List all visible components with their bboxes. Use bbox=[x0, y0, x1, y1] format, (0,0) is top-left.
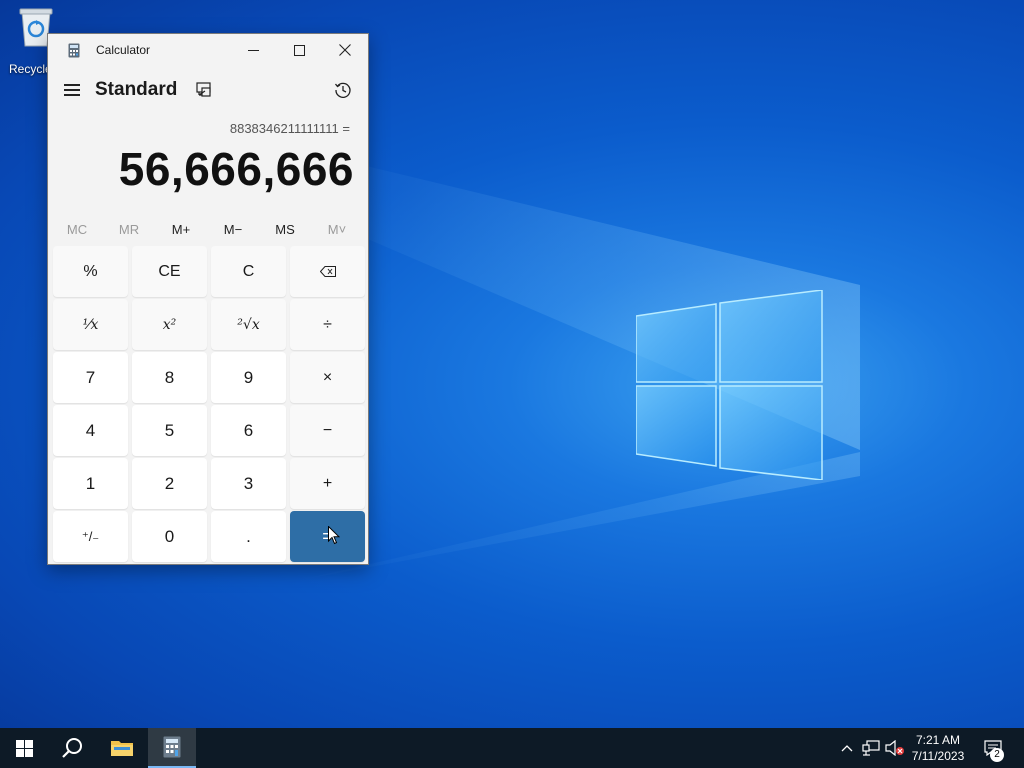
calculator-icon bbox=[163, 736, 181, 758]
digit-2-button[interactable]: 2 bbox=[132, 458, 207, 509]
show-hidden-icons-button[interactable] bbox=[838, 728, 856, 768]
square-root-icon: ²√x bbox=[237, 316, 260, 333]
file-explorer-taskbar-button[interactable] bbox=[98, 728, 146, 768]
system-clock[interactable]: 7:21 AM 7/11/2023 bbox=[902, 732, 974, 764]
minimize-icon bbox=[247, 49, 259, 51]
negate-button[interactable]: ⁺/₋ bbox=[53, 511, 128, 562]
reciprocal-button[interactable]: ¹⁄x bbox=[53, 299, 128, 350]
digit-3-button[interactable]: 3 bbox=[211, 458, 286, 509]
result-display: 56,666,666 bbox=[118, 143, 354, 195]
start-button[interactable] bbox=[0, 728, 48, 768]
chevron-up-icon bbox=[841, 745, 853, 752]
mouse-cursor-icon bbox=[328, 526, 340, 545]
close-icon bbox=[339, 44, 351, 56]
maximize-icon bbox=[293, 44, 305, 56]
clear-entry-button[interactable]: CE bbox=[132, 246, 207, 297]
subtract-button[interactable]: − bbox=[290, 405, 365, 456]
calculator-taskbar-button[interactable] bbox=[148, 728, 196, 768]
calculator-header: Standard bbox=[48, 74, 368, 104]
search-button[interactable] bbox=[48, 728, 96, 768]
add-button[interactable]: + bbox=[290, 458, 365, 509]
percent-button[interactable]: % bbox=[53, 246, 128, 297]
close-button[interactable] bbox=[322, 34, 368, 66]
maximize-button[interactable] bbox=[276, 34, 322, 66]
memory-subtract-button[interactable]: M− bbox=[207, 222, 259, 237]
digit-8-button[interactable]: 8 bbox=[132, 352, 207, 403]
digit-9-button[interactable]: 9 bbox=[211, 352, 286, 403]
digit-5-button[interactable]: 5 bbox=[132, 405, 207, 456]
expression-display: 8838346211111111 = bbox=[229, 121, 350, 136]
digit-1-button[interactable]: 1 bbox=[53, 458, 128, 509]
calculator-app-icon bbox=[68, 43, 80, 58]
clear-button[interactable]: C bbox=[211, 246, 286, 297]
network-tray-button[interactable] bbox=[860, 728, 882, 768]
square-button[interactable]: x² bbox=[132, 299, 207, 350]
minimize-button[interactable] bbox=[230, 34, 276, 66]
mode-title: Standard bbox=[95, 79, 178, 100]
digit-7-button[interactable]: 7 bbox=[53, 352, 128, 403]
windows-start-icon bbox=[15, 739, 33, 757]
network-icon bbox=[862, 740, 880, 756]
memory-add-button[interactable]: M+ bbox=[155, 222, 207, 237]
windows-logo-wallpaper bbox=[636, 290, 823, 480]
digit-4-button[interactable]: 4 bbox=[53, 405, 128, 456]
notification-count-badge: 2 bbox=[990, 748, 1004, 762]
reciprocal-icon: ¹⁄x bbox=[82, 316, 99, 333]
history-icon[interactable] bbox=[334, 81, 352, 99]
navigation-menu-icon[interactable] bbox=[64, 84, 80, 96]
square-icon: x² bbox=[162, 316, 177, 333]
title-bar[interactable]: Calculator bbox=[48, 34, 368, 66]
folder-icon bbox=[111, 741, 133, 756]
decimal-button[interactable]: . bbox=[211, 511, 286, 562]
search-icon bbox=[62, 738, 82, 758]
window-title: Calculator bbox=[96, 43, 151, 57]
calculator-window: Calculator Standard 8838346211111111 = 5… bbox=[47, 33, 369, 565]
square-root-button[interactable]: ²√x bbox=[211, 299, 286, 350]
memory-clear-button[interactable]: MC bbox=[51, 222, 103, 237]
backspace-button[interactable] bbox=[290, 246, 365, 297]
memory-row: MC MR M+ M− MS M˅ bbox=[48, 220, 368, 240]
digit-6-button[interactable]: 6 bbox=[211, 405, 286, 456]
memory-recall-button[interactable]: MR bbox=[103, 222, 155, 237]
memory-store-button[interactable]: MS bbox=[259, 222, 311, 237]
keep-on-top-icon[interactable] bbox=[196, 82, 212, 98]
digit-0-button[interactable]: 0 bbox=[132, 511, 207, 562]
multiply-button[interactable]: × bbox=[290, 352, 365, 403]
backspace-icon bbox=[319, 266, 336, 277]
divide-button[interactable]: ÷ bbox=[290, 299, 365, 350]
memory-list-button[interactable]: M˅ bbox=[311, 222, 363, 237]
taskbar: 7:21 AM 7/11/2023 2 bbox=[0, 728, 1024, 768]
clock-time: 7:21 AM bbox=[915, 733, 961, 747]
clock-date: 7/11/2023 bbox=[911, 749, 965, 763]
